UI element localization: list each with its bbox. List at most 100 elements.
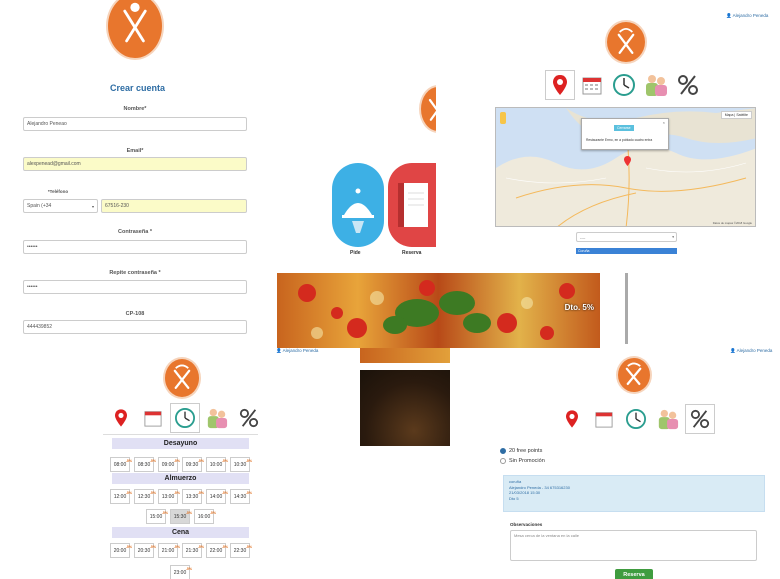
city-select-value: ---- — [580, 234, 586, 240]
observations-textarea[interactable]: Mesa cerca de la ventana en la calle — [510, 530, 757, 561]
time-slot-label: 12:00 — [113, 494, 127, 500]
time-slot[interactable]: 09:30 -5% — [182, 457, 204, 472]
time-slot[interactable]: 21:00 -5% — [158, 543, 180, 558]
discount-tab[interactable] — [673, 70, 703, 100]
time-slot[interactable]: 15:00 -5% — [146, 509, 168, 524]
map-marker-icon[interactable] — [624, 156, 631, 168]
time-slot[interactable]: 13:30 -5% — [182, 489, 204, 504]
location-tab[interactable] — [557, 404, 587, 434]
popup-text: Restaurante Ermo, en a poblado cuatro en… — [586, 138, 653, 142]
city-select[interactable]: ---- ▾ — [576, 232, 677, 242]
percent-icon — [690, 409, 710, 429]
slot-discount-badge: -5% — [149, 459, 156, 463]
map-view[interactable]: Mapa | Satélite Cerrarse × Restaurante E… — [495, 107, 756, 227]
time-slot-label: 13:30 — [185, 494, 199, 500]
user-icon: 👤 — [726, 13, 732, 18]
map-type-satellite[interactable]: Satélite — [736, 113, 748, 117]
chevron-down-icon: ▾ — [91, 203, 94, 209]
time-slot[interactable]: 16:00 -5% — [194, 509, 216, 524]
people-tab[interactable] — [202, 403, 232, 433]
map-logo — [605, 20, 647, 64]
clock-tab[interactable] — [621, 404, 651, 434]
time-slot[interactable]: 14:30 -5% — [230, 489, 252, 504]
map-type-control[interactable]: Mapa | Satélite — [720, 111, 752, 119]
time-slot[interactable]: 21:30 -5% — [182, 543, 204, 558]
time-slot-label: 23:00 — [173, 570, 187, 576]
clock-icon — [626, 409, 646, 429]
email-input[interactable]: alexpenead@gmail.com — [23, 157, 247, 171]
email-label: Email* — [126, 148, 144, 154]
step-icons-top — [545, 70, 705, 100]
reserve-button[interactable] — [388, 163, 436, 247]
time-slot[interactable]: 15:30 -5% — [170, 509, 192, 524]
city-option[interactable]: Coruña — [576, 248, 677, 254]
clock-tab[interactable] — [609, 70, 639, 100]
location-tab[interactable] — [106, 403, 136, 433]
pizza-banner[interactable]: Dto. 5% — [277, 273, 600, 348]
time-slot-label: 20:00 — [113, 548, 127, 554]
schedule-divider — [103, 434, 258, 435]
calendar-tab[interactable] — [577, 70, 607, 100]
repeat-password-input[interactable]: •••••• — [23, 280, 247, 294]
calendar-tab[interactable] — [589, 404, 619, 434]
time-slot[interactable]: 20:30 -5% — [134, 543, 156, 558]
promo-option-points[interactable]: 20 free points — [500, 448, 542, 454]
time-slot[interactable]: 12:00 -5% — [110, 489, 132, 504]
promo-option-none[interactable]: Sin Promoción — [500, 458, 545, 464]
people-tab[interactable] — [653, 404, 683, 434]
time-slot[interactable]: 10:00 -5% — [206, 457, 228, 472]
popup-close-icon[interactable]: × — [663, 120, 665, 125]
clock-icon — [175, 408, 195, 428]
order-button[interactable] — [332, 163, 384, 247]
time-slot[interactable]: 10:30 -5% — [230, 457, 252, 472]
popup-button[interactable]: Cerrarse — [614, 125, 634, 131]
time-slot-label: 15:00 — [149, 514, 163, 520]
password-input[interactable]: •••••• — [23, 240, 247, 254]
calendar-icon — [144, 411, 162, 427]
time-slot-label: 15:30 — [173, 514, 187, 520]
app-logo — [106, 0, 164, 60]
time-slot[interactable]: 13:00 -5% — [158, 489, 180, 504]
clock-tab[interactable] — [170, 403, 200, 433]
time-slot-label: 14:30 — [233, 494, 247, 500]
time-slot[interactable]: 08:30 -5% — [134, 457, 156, 472]
slot-discount-badge: -5% — [173, 459, 180, 463]
map-type-map[interactable]: Mapa — [725, 113, 734, 117]
name-input[interactable]: Alejandro Peneao — [23, 117, 247, 131]
dark-restaurant-image — [360, 370, 450, 446]
time-slot-label: 09:00 — [161, 462, 175, 468]
slot-discount-badge: -5% — [221, 545, 228, 549]
phone-input[interactable]: 67516-230 — [101, 199, 247, 213]
country-select[interactable]: Spain (+34 ▾ — [23, 199, 98, 213]
user-link-bottom[interactable]: 👤 Alejandro Peneda — [730, 348, 772, 354]
calendar-tab[interactable] — [138, 403, 168, 433]
time-slot[interactable]: 14:00 -5% — [206, 489, 228, 504]
location-tab[interactable] — [545, 70, 575, 100]
user-link-middle[interactable]: 👤 Alejandro Peneda — [276, 348, 318, 354]
time-slot[interactable]: 22:30 -5% — [230, 543, 252, 558]
discount-tab[interactable] — [234, 403, 264, 433]
time-slot-label: 09:30 — [185, 462, 199, 468]
name-label: Nombre* — [123, 106, 147, 112]
map-zoom-icon[interactable] — [500, 112, 506, 124]
cloche-icon — [342, 188, 374, 233]
submit-booking-button[interactable]: Reserva — [615, 569, 653, 579]
user-link-top[interactable]: 👤 Alejandro Peneda — [726, 13, 768, 19]
cp-input[interactable]: 444439852 — [23, 320, 247, 334]
time-slot-label: 20:30 — [137, 548, 151, 554]
time-slot[interactable]: 08:00 -5% — [110, 457, 132, 472]
discount-tab[interactable] — [685, 404, 715, 434]
slot-discount-badge: -5% — [245, 545, 252, 549]
time-slot-label: 22:30 — [233, 548, 247, 554]
time-slot[interactable]: 23:00 -5% — [170, 565, 192, 579]
time-slot[interactable]: 12:30 -5% — [134, 489, 156, 504]
schedule-section-header: Desayuno — [112, 438, 249, 449]
time-slot[interactable]: 22:00 -5% — [206, 543, 228, 558]
people-tab[interactable] — [641, 70, 671, 100]
clock-icon — [613, 74, 635, 96]
time-slot[interactable]: 09:00 -5% — [158, 457, 180, 472]
time-slot[interactable]: 20:00 -5% — [110, 543, 132, 558]
slot-discount-badge: -5% — [149, 545, 156, 549]
time-slot-label: 08:30 — [137, 462, 151, 468]
slot-discount-badge: -5% — [173, 491, 180, 495]
